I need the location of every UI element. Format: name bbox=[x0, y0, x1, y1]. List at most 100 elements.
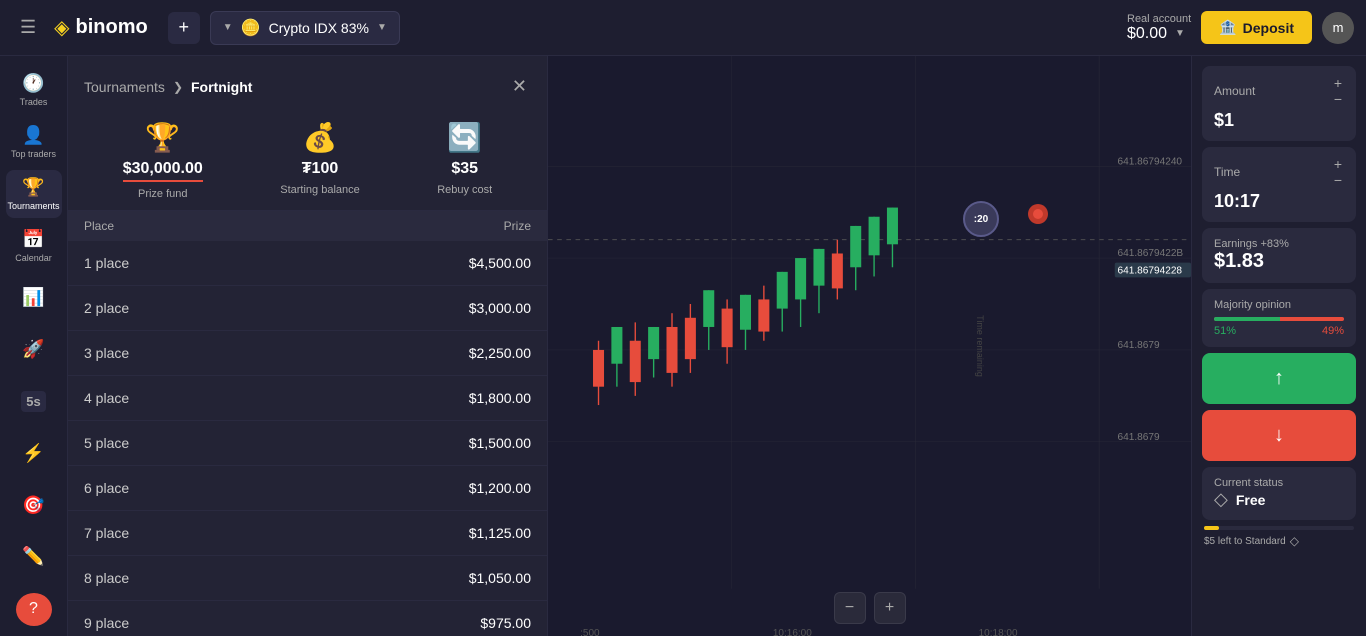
main-layout: 🕐 Trades 👤 Top traders 🏆 Tournaments 📅 C… bbox=[0, 56, 1366, 636]
time-plus-minus: + − bbox=[1332, 157, 1344, 187]
progress-bar-fill bbox=[1204, 526, 1219, 530]
logo-text: binomo bbox=[76, 16, 148, 39]
topbar: ☰ ◈ binomo + ▼ 🪙 Crypto IDX 83% ▼ Real a… bbox=[0, 0, 1366, 56]
balance-label: Starting balance bbox=[280, 184, 360, 196]
candlestick-chart: 641.86794240 641.8679422B 641.86794228 6… bbox=[548, 56, 1191, 589]
prize-row-place: 4 place bbox=[84, 390, 129, 406]
sidebar-item-trades[interactable]: 🕐 Trades bbox=[6, 66, 62, 114]
prize-table-header: Place Prize bbox=[68, 211, 547, 241]
account-chevron: ▼ bbox=[1175, 28, 1185, 39]
trade-down-button[interactable]: ↓ bbox=[1202, 410, 1356, 461]
prize-icon: 🏆 bbox=[145, 121, 180, 154]
prize-row: 2 place $3,000.00 bbox=[68, 286, 547, 331]
prize-row-place: 6 place bbox=[84, 480, 129, 496]
svg-text:641.86794240: 641.86794240 bbox=[1118, 156, 1183, 167]
prize-row-amount: $975.00 bbox=[480, 615, 531, 631]
progress-diamond-icon: ◇ bbox=[1290, 534, 1299, 548]
prize-rows-container: 1 place $4,500.00 2 place $3,000.00 3 pl… bbox=[68, 241, 547, 636]
prize-row: 8 place $1,050.00 bbox=[68, 556, 547, 601]
deposit-button[interactable]: 🏦 Deposit bbox=[1201, 11, 1312, 44]
prize-row-amount: $3,000.00 bbox=[469, 300, 531, 316]
zoom-in-button[interactable]: + bbox=[874, 592, 906, 624]
account-balance: $0.00 bbox=[1127, 25, 1167, 43]
starting-balance-stat: 💰 ₮100 Starting balance bbox=[280, 121, 360, 200]
prize-row-amount: $4,500.00 bbox=[469, 255, 531, 271]
status-value: Free bbox=[1236, 492, 1266, 508]
rebuy-label: Rebuy cost bbox=[437, 184, 492, 196]
time-plus-button[interactable]: + bbox=[1332, 157, 1344, 171]
progress-label: $5 left to Standard bbox=[1204, 536, 1286, 547]
time-header: Time + − bbox=[1214, 157, 1344, 187]
sidebar-item-5s[interactable]: 5s bbox=[6, 377, 62, 425]
prize-row-place: 5 place bbox=[84, 435, 129, 451]
amount-minus-button[interactable]: − bbox=[1332, 92, 1344, 106]
logo-icon: ◈ bbox=[54, 15, 69, 40]
sidebar-item-signals[interactable]: 📊 bbox=[6, 274, 62, 322]
chart-area: 641.86794240 641.8679422B 641.86794228 6… bbox=[548, 56, 1191, 636]
prize-row: 3 place $2,250.00 bbox=[68, 331, 547, 376]
sidebar-item-tournaments[interactable]: 🏆 Tournaments bbox=[6, 170, 62, 218]
prize-table: Place Prize 1 place $4,500.00 2 place $3… bbox=[68, 211, 547, 636]
help-button[interactable]: ? bbox=[16, 593, 52, 626]
sidebar-item-tools[interactable]: 🎯 bbox=[6, 481, 62, 529]
amount-label: Amount bbox=[1214, 84, 1255, 98]
svg-text:641.8679422B: 641.8679422B bbox=[1118, 248, 1184, 259]
rebuy-value: $35 bbox=[451, 160, 478, 178]
majority-section: Majority opinion 51% 49% bbox=[1202, 289, 1356, 347]
status-label: Current status bbox=[1214, 477, 1344, 489]
progress-bar-bg bbox=[1204, 526, 1354, 530]
prize-row-amount: $1,500.00 bbox=[469, 435, 531, 451]
time-label-3: 10:18:00 bbox=[979, 628, 1018, 636]
help-icon: ? bbox=[29, 600, 38, 618]
up-arrow-icon: ↑ bbox=[1274, 367, 1284, 390]
breadcrumb-separator: ❯ bbox=[173, 80, 183, 94]
majority-label: Majority opinion bbox=[1214, 299, 1344, 311]
time-minus-button[interactable]: − bbox=[1332, 173, 1344, 187]
earnings-label: Earnings +83% bbox=[1214, 238, 1344, 250]
rocket-icon: 🚀 bbox=[22, 339, 44, 360]
avatar[interactable]: m bbox=[1322, 12, 1354, 44]
sidebar-label-calendar: Calendar bbox=[15, 253, 52, 263]
asset-chevron-right: ▼ bbox=[377, 22, 387, 33]
amount-value[interactable]: $1 bbox=[1214, 110, 1344, 131]
breadcrumb-tournaments-link[interactable]: Tournaments bbox=[84, 79, 165, 95]
indicator-icon: ⚡ bbox=[22, 443, 44, 464]
account-info: Real account $0.00 ▼ bbox=[1127, 13, 1191, 43]
panel-header: Tournaments ❯ Fortnight ✕ bbox=[68, 56, 547, 101]
panel-close-button[interactable]: ✕ bbox=[508, 72, 531, 101]
prize-value: $30,000.00 bbox=[123, 160, 203, 182]
sidebar-item-rocket[interactable]: 🚀 bbox=[6, 325, 62, 373]
svg-text:641.86794228: 641.86794228 bbox=[1118, 266, 1183, 277]
svg-text:641.8679: 641.8679 bbox=[1118, 340, 1160, 351]
zoom-out-button[interactable]: − bbox=[834, 592, 866, 624]
menu-button[interactable]: ☰ bbox=[12, 13, 44, 42]
earnings-value: $1.83 bbox=[1214, 250, 1344, 273]
trophy-icon: 🏆 bbox=[22, 177, 44, 198]
sidebar-item-draw[interactable]: ✏️ bbox=[6, 533, 62, 581]
chart-icon: 📊 bbox=[22, 287, 44, 308]
majority-red-pct: 49% bbox=[1322, 325, 1344, 337]
earnings-section: Earnings +83% $1.83 bbox=[1202, 228, 1356, 283]
trade-up-button[interactable]: ↑ bbox=[1202, 353, 1356, 404]
calendar-icon: 📅 bbox=[22, 229, 44, 250]
sidebar-item-calendar[interactable]: 📅 Calendar bbox=[6, 222, 62, 270]
asset-selector[interactable]: ▼ 🪙 Crypto IDX 83% ▼ bbox=[210, 11, 400, 45]
time-value: 10:17 bbox=[1214, 191, 1344, 212]
prize-row: 7 place $1,125.00 bbox=[68, 511, 547, 556]
tournament-stats: 🏆 $30,000.00 Prize fund 💰 ₮100 Starting … bbox=[68, 101, 547, 211]
account-balance-row[interactable]: $0.00 ▼ bbox=[1127, 25, 1191, 43]
asset-name: Crypto IDX 83% bbox=[269, 20, 369, 36]
sidebar-item-indicators[interactable]: ⚡ bbox=[6, 429, 62, 477]
chart-controls: − + bbox=[834, 592, 906, 624]
account-label: Real account bbox=[1127, 13, 1191, 25]
sidebar-item-top-traders[interactable]: 👤 Top traders bbox=[6, 118, 62, 166]
add-tab-button[interactable]: + bbox=[168, 12, 200, 44]
prize-row-amount: $1,125.00 bbox=[469, 525, 531, 541]
col-prize-header: Prize bbox=[504, 219, 531, 233]
target-icon: 🎯 bbox=[22, 495, 44, 516]
prize-row-amount: $1,050.00 bbox=[469, 570, 531, 586]
prize-row-place: 2 place bbox=[84, 300, 129, 316]
down-arrow-icon: ↓ bbox=[1274, 424, 1284, 447]
timer-bubble: :20 bbox=[963, 201, 999, 237]
amount-plus-button[interactable]: + bbox=[1332, 76, 1344, 90]
